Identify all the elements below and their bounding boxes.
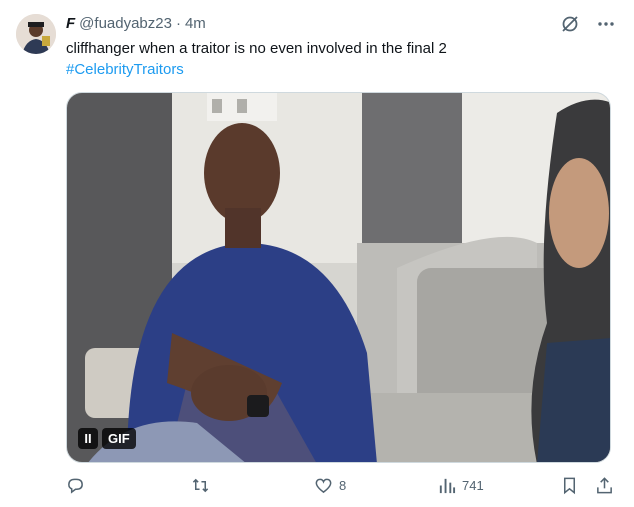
views-button[interactable]: 741 xyxy=(437,476,484,495)
gif-label: GIF xyxy=(102,428,136,449)
timestamp[interactable]: 4m xyxy=(185,15,206,32)
share-icon xyxy=(597,477,612,494)
bookmark-icon xyxy=(563,477,576,495)
views-icon xyxy=(439,478,456,494)
media-gif[interactable] xyxy=(66,92,611,463)
more-options-icon[interactable] xyxy=(596,14,616,34)
reply-icon xyxy=(68,478,83,494)
heart-icon xyxy=(315,478,332,494)
pause-button[interactable]: II xyxy=(78,428,98,449)
tweet-body: cliffhanger when a traitor is no even in… xyxy=(66,40,447,57)
tweet-header: F @fuadyabz23 · 4m xyxy=(66,13,206,33)
gif-controls: II GIF xyxy=(78,428,136,449)
avatar[interactable] xyxy=(16,14,56,54)
display-name[interactable]: F xyxy=(66,15,75,32)
action-bar: 8 741 xyxy=(66,476,614,500)
reply-button[interactable] xyxy=(66,476,91,495)
top-icons xyxy=(560,14,616,34)
tweet-text: cliffhanger when a traitor is no even in… xyxy=(66,38,606,80)
like-count: 8 xyxy=(339,478,347,493)
separator-dot: · xyxy=(175,14,181,32)
like-button[interactable]: 8 xyxy=(314,476,346,495)
grok-icon[interactable] xyxy=(560,14,580,34)
share-button[interactable] xyxy=(595,476,614,495)
gif-frame xyxy=(67,93,610,462)
bookmark-button[interactable] xyxy=(560,476,579,495)
tweet[interactable]: F @fuadyabz23 · 4m cliffhanger when a tr… xyxy=(0,0,634,507)
view-count: 741 xyxy=(462,478,484,493)
hashtag-link[interactable]: #CelebrityTraitors xyxy=(66,59,606,80)
retweet-icon xyxy=(192,478,209,493)
retweet-button[interactable] xyxy=(191,476,216,495)
user-handle[interactable]: @fuadyabz23 xyxy=(79,15,172,32)
